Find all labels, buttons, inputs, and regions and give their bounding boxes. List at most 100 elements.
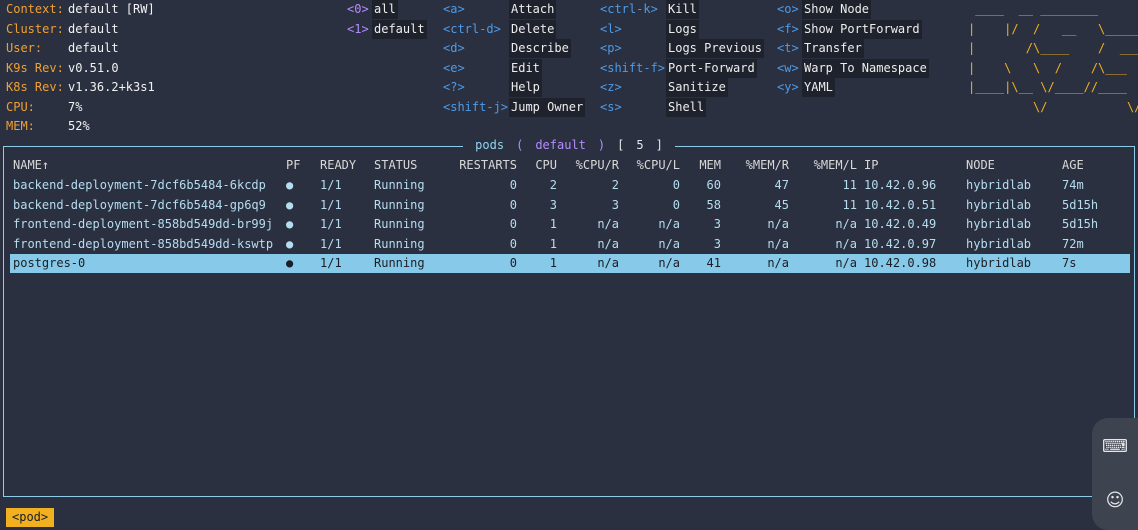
- table-cell: ●: [286, 197, 294, 212]
- hotkey-attach[interactable]: Attach: [509, 0, 557, 19]
- info-value: 7%: [68, 99, 83, 114]
- column-header[interactable]: STATUS: [374, 156, 417, 175]
- emoji-icon[interactable]: ☺: [1092, 490, 1138, 511]
- hotkey-key[interactable]: <t>: [777, 39, 799, 58]
- hotkey-key[interactable]: <f>: [777, 20, 799, 39]
- hotkey-kill[interactable]: Kill: [666, 0, 699, 19]
- hotkey-key[interactable]: <p>: [600, 39, 622, 58]
- hotkey-transfer[interactable]: Transfer: [802, 39, 864, 58]
- table-cell: postgres-0: [13, 256, 86, 270]
- table-cell: hybridlab: [966, 178, 1032, 192]
- hotkey-key[interactable]: <?>: [443, 78, 465, 97]
- column-header[interactable]: NODE: [966, 156, 995, 175]
- namespace-shortcut-default[interactable]: default: [372, 19, 427, 39]
- hotkey-jump-owner[interactable]: Jump Owner: [509, 97, 586, 117]
- column-header[interactable]: PF: [286, 156, 300, 175]
- hotkey-key[interactable]: <e>: [443, 59, 465, 78]
- table-cell: 7s: [1062, 256, 1077, 270]
- table-cell: 0: [672, 197, 680, 212]
- namespace-shortcut-key[interactable]: <1>: [347, 20, 369, 39]
- column-header[interactable]: READY: [320, 156, 356, 175]
- column-header[interactable]: %CPU/R: [576, 156, 619, 175]
- hotkey-logs[interactable]: Logs: [666, 19, 699, 39]
- hotkey-logs-previous[interactable]: Logs Previous: [666, 39, 764, 58]
- column-header[interactable]: %MEM/L: [814, 156, 857, 175]
- hotkey-show-portforward[interactable]: Show PortForward: [802, 19, 922, 39]
- table-cell: backend-deployment-7dcf6b5484-6kcdp: [13, 178, 266, 192]
- column-header[interactable]: MEM: [699, 156, 721, 175]
- namespace-shortcut-all[interactable]: all: [372, 0, 398, 19]
- table-row[interactable]: [10, 254, 1130, 273]
- table-cell: ●: [286, 178, 294, 192]
- hotkey-key[interactable]: <ctrl-k>: [600, 0, 658, 19]
- hotkey-port-forward[interactable]: Port-Forward: [666, 58, 757, 78]
- column-header[interactable]: NAME↑: [13, 156, 49, 175]
- info-value: v0.51.0: [68, 60, 119, 75]
- hotkey-help[interactable]: Help: [509, 78, 542, 97]
- column-header[interactable]: RESTARTS: [459, 156, 517, 175]
- logo-line: |____|\__ \/____//____ /: [968, 80, 1138, 94]
- table-cell: 41: [706, 256, 721, 270]
- table-cell: 10.42.0.97: [864, 236, 937, 251]
- pane-namespace: default: [529, 138, 592, 152]
- hotkey-warp-to-namespace[interactable]: Warp To Namespace: [802, 58, 929, 78]
- table-cell: 3: [713, 217, 721, 231]
- hotkey-key[interactable]: <y>: [777, 78, 799, 97]
- table-cell: n/a: [597, 217, 619, 231]
- table-cell: ●: [286, 236, 294, 251]
- hotkey-yaml[interactable]: YAML: [802, 78, 835, 97]
- hotkey-key[interactable]: <shift-j>: [443, 98, 508, 117]
- table-cell: 1: [549, 217, 557, 231]
- column-header[interactable]: %MEM/R: [746, 156, 789, 175]
- keyboard-icon[interactable]: ⌨: [1092, 436, 1138, 457]
- table-cell: n/a: [767, 256, 789, 270]
- hotkey-key[interactable]: <l>: [600, 20, 622, 39]
- table-cell: Running: [374, 197, 425, 212]
- namespace-shortcut-key[interactable]: <0>: [347, 0, 369, 19]
- hotkey-key[interactable]: <a>: [443, 0, 465, 19]
- table-cell: 10.42.0.98: [864, 256, 937, 270]
- table-cell: 5d15h: [1062, 217, 1099, 231]
- column-header[interactable]: CPU: [535, 156, 557, 175]
- info-label: Cluster:: [6, 21, 64, 36]
- table-cell: frontend-deployment-858bd549dd-br99j: [13, 217, 274, 231]
- table-cell: 0: [509, 178, 517, 192]
- table-cell: 72m: [1062, 236, 1084, 251]
- logo-line: | /\____ / ___/: [968, 41, 1138, 55]
- info-value: default [RW]: [68, 2, 155, 16]
- side-panel: ⌨ ☺: [1092, 418, 1138, 530]
- breadcrumb[interactable]: <pod>: [6, 508, 55, 527]
- hotkey-key[interactable]: <d>: [443, 39, 465, 58]
- table-cell: n/a: [835, 217, 857, 231]
- table-cell: 60: [706, 178, 721, 192]
- hotkey-show-node[interactable]: Show Node: [802, 0, 872, 19]
- table-cell: 2: [611, 178, 619, 192]
- hotkey-shell[interactable]: Shell: [666, 97, 707, 117]
- hotkey-delete[interactable]: Delete: [509, 19, 557, 39]
- table-cell: 1/1: [320, 178, 342, 192]
- column-header[interactable]: AGE: [1062, 156, 1084, 175]
- table-cell: backend-deployment-7dcf6b5484-gp6q9: [13, 197, 266, 212]
- table-cell: 0: [509, 217, 517, 231]
- table-cell: 58: [706, 197, 721, 212]
- table-cell: 1/1: [320, 197, 342, 212]
- column-header[interactable]: IP: [864, 156, 878, 175]
- column-header[interactable]: %CPU/L: [637, 156, 680, 175]
- hotkey-describe[interactable]: Describe: [509, 39, 571, 58]
- pane-title: pods(default)[5]: [0, 137, 1138, 154]
- table-cell: n/a: [835, 236, 857, 251]
- table-cell: hybridlab: [966, 256, 1032, 270]
- table-cell: Running: [374, 236, 425, 251]
- table-cell: 5d15h: [1062, 197, 1099, 212]
- hotkey-key[interactable]: <o>: [777, 0, 799, 19]
- hotkey-key[interactable]: <w>: [777, 59, 799, 78]
- hotkey-key[interactable]: <shift-f>: [600, 59, 665, 78]
- info-value: default: [68, 21, 119, 36]
- hotkey-key[interactable]: <ctrl-d>: [443, 20, 501, 39]
- info-label: Context:: [6, 2, 64, 16]
- table-cell: 0: [509, 256, 517, 270]
- hotkey-edit[interactable]: Edit: [509, 58, 542, 78]
- hotkey-sanitize[interactable]: Sanitize: [666, 78, 728, 97]
- hotkey-key[interactable]: <s>: [600, 98, 622, 117]
- hotkey-key[interactable]: <z>: [600, 78, 622, 97]
